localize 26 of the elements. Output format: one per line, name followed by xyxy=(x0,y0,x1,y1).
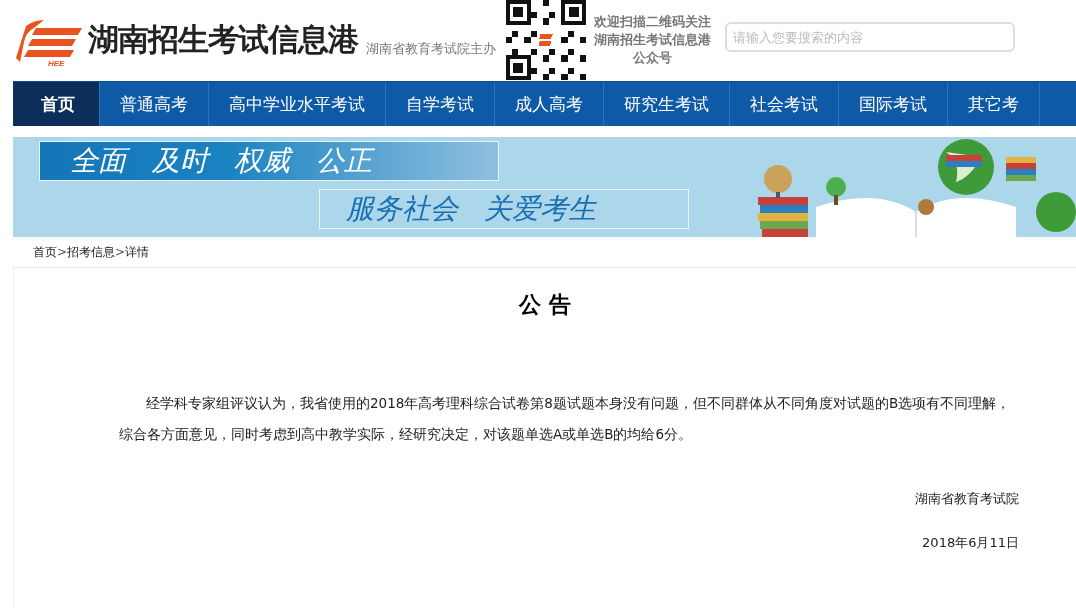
article-body: 经学科专家组评议认为，我省使用的2018年高考理科综合试卷第8题试题本身没有问题，但不同群体从不同角度对试题的B选项有不同理解，综合各方面意见，同时考虑到高中教学实际，经研究决定，对该题单选A或单选B的均给6分。 xyxy=(119,394,1012,444)
nav-tab[interactable]: 成人高考 xyxy=(495,82,604,126)
article-date: 2018年6月11日 xyxy=(921,534,1019,552)
breadcrumb-link[interactable]: 招考信息 xyxy=(67,243,116,261)
slogan-text: 关爱考生 xyxy=(484,191,596,227)
search-field[interactable]: 请输入您要搜索的内容 xyxy=(725,22,1015,52)
nav-tab[interactable]: 首页 xyxy=(13,82,100,126)
qr-caption: 公众号 xyxy=(633,49,672,67)
qr-caption: 湖南招生考试信息港 xyxy=(594,31,711,49)
slogan-text: 服务社会 xyxy=(346,191,458,227)
breadcrumb-link[interactable]: 首页 xyxy=(33,243,57,261)
article-signature: 湖南省教育考试院 xyxy=(914,490,1019,508)
breadcrumb-link[interactable]: 详情 xyxy=(125,243,150,261)
qr-caption: 欢迎扫描二维码关注 xyxy=(594,13,711,31)
host-caption: 湖南省教育考试院主办 xyxy=(366,40,496,58)
nav-tab[interactable]: 研究生考试 xyxy=(604,82,730,126)
nav-tab[interactable]: 高中学业水平考试 xyxy=(209,82,386,126)
nav-tab[interactable]: 社会考试 xyxy=(730,82,839,126)
nav-tab[interactable]: 其它考 xyxy=(948,82,1040,126)
nav-tab[interactable]: 自学考试 xyxy=(386,82,495,126)
breadcrumb-separator: > xyxy=(115,245,126,259)
breadcrumb-separator: > xyxy=(57,245,68,259)
nav-tab[interactable]: 国际考试 xyxy=(839,82,948,126)
nav-tab[interactable]: 普通高考 xyxy=(100,82,209,126)
article-title: 公 告 xyxy=(517,291,572,319)
site-title: 湖南招生考试信息港 xyxy=(88,20,358,59)
